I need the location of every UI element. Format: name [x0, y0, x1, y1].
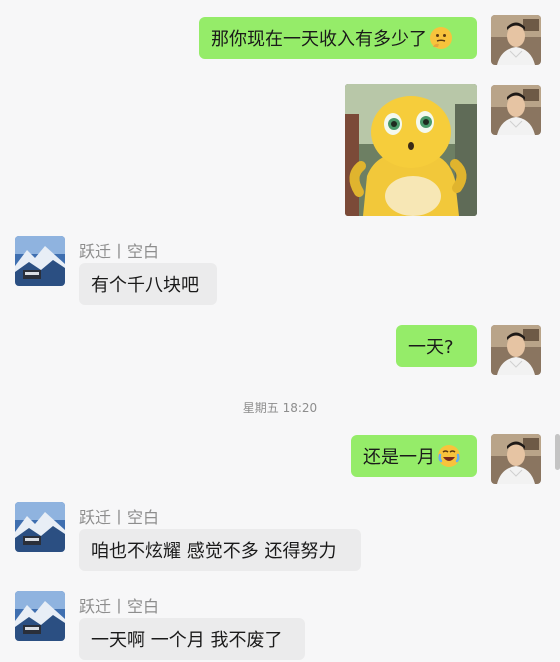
thinking-face-icon	[429, 26, 453, 50]
message-text: 那你现在一天收入有多少了	[211, 29, 427, 50]
self-avatar[interactable]	[491, 325, 541, 375]
self-avatar[interactable]	[491, 15, 541, 65]
time-separator: 星期五 18:20	[242, 401, 318, 415]
message-bubble-incoming[interactable]: 一天啊 一个月 我不废了	[79, 618, 305, 660]
sticker-image[interactable]	[345, 84, 477, 216]
contact-avatar[interactable]	[15, 236, 65, 286]
self-avatar[interactable]	[491, 434, 541, 484]
contact-avatar[interactable]	[15, 502, 65, 552]
message-bubble-outgoing[interactable]: 那你现在一天收入有多少了	[199, 17, 477, 59]
message-text: 有个千八块吧	[91, 275, 199, 296]
message-bubble-incoming[interactable]: 有个千八块吧	[79, 263, 217, 305]
sender-name: 跃迁丨空白	[79, 242, 160, 261]
message-text: 一天啊 一个月 我不废了	[91, 630, 283, 651]
message-text: 还是一月	[363, 447, 435, 468]
sender-name: 跃迁丨空白	[79, 597, 160, 616]
message-text: 咱也不炫耀 感觉不多 还得努力	[91, 541, 337, 562]
sender-name: 跃迁丨空白	[79, 508, 160, 527]
message-text: 一天?	[408, 337, 454, 358]
message-bubble-outgoing[interactable]: 还是一月	[351, 435, 477, 477]
self-avatar[interactable]	[491, 85, 541, 135]
rolling-laughing-face-icon	[437, 444, 461, 468]
message-bubble-outgoing[interactable]: 一天?	[396, 325, 477, 367]
contact-avatar[interactable]	[15, 591, 65, 641]
message-bubble-incoming[interactable]: 咱也不炫耀 感觉不多 还得努力	[79, 529, 361, 571]
scrollbar-thumb[interactable]	[555, 434, 560, 470]
